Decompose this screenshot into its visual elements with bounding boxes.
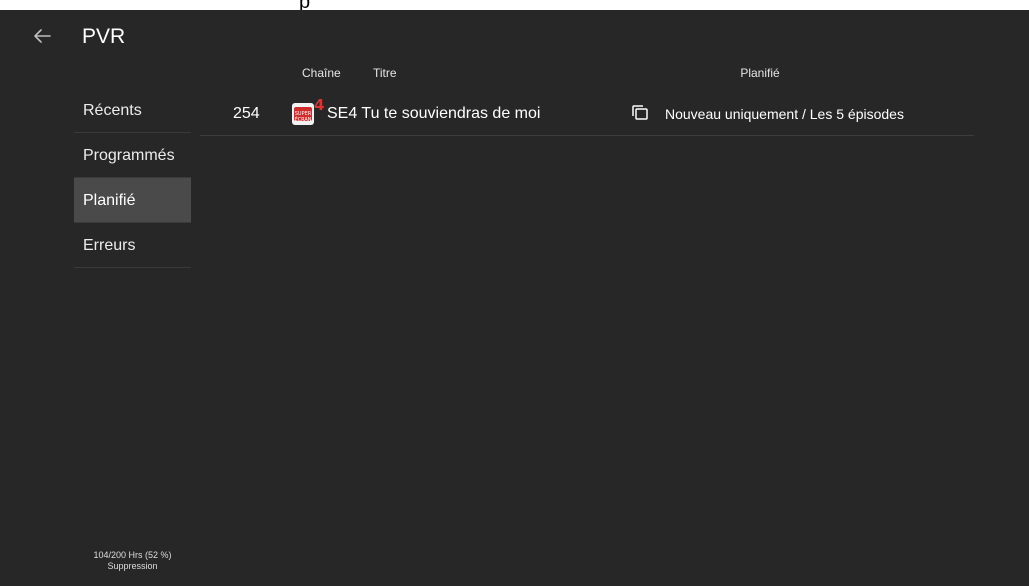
series-copy-icon <box>632 105 648 120</box>
page-title: PVR <box>82 25 126 48</box>
storage-status: 104/200 Hrs (52 %) Suppression <box>74 550 191 572</box>
column-header-channel: Chaîne <box>302 66 341 80</box>
top-strip-glyph: p <box>299 0 310 10</box>
arrow-left-icon <box>34 29 51 43</box>
schedule-text: Nouveau uniquement / Les 5 épisodes <box>665 106 904 122</box>
table-row[interactable]: 254 SUPER ÉCRAN 4 SE4 Tu te souviendras … <box>200 92 974 136</box>
sidebar-item-erreurs[interactable]: Erreurs <box>74 223 191 268</box>
sidebar-item-programmes[interactable]: Programmés <box>74 133 191 178</box>
sidebar-item-planifie[interactable]: Planifié <box>74 178 191 223</box>
pvr-screen: PVR Récents Programmés Planifié Erreurs … <box>0 10 1029 586</box>
channel-logo: SUPER ÉCRAN 4 <box>292 96 325 127</box>
sidebar: Récents Programmés Planifié Erreurs <box>74 88 191 268</box>
program-title: SE4 Tu te souviendras de moi <box>327 105 541 122</box>
storage-label: Suppression <box>107 561 158 571</box>
column-header-planned: Planifié <box>740 66 780 80</box>
channel-logo-badge: 4 <box>314 96 325 114</box>
channel-logo-text: SUPER ÉCRAN <box>294 111 312 123</box>
column-header-title: Titre <box>373 66 397 80</box>
sidebar-item-recents[interactable]: Récents <box>74 88 191 133</box>
storage-usage: 104/200 Hrs (52 %) <box>93 550 172 560</box>
back-button[interactable] <box>30 24 54 48</box>
channel-number: 254 <box>233 105 260 122</box>
top-strip: p <box>0 0 1029 10</box>
channel-logo-box: SUPER ÉCRAN <box>292 103 314 125</box>
